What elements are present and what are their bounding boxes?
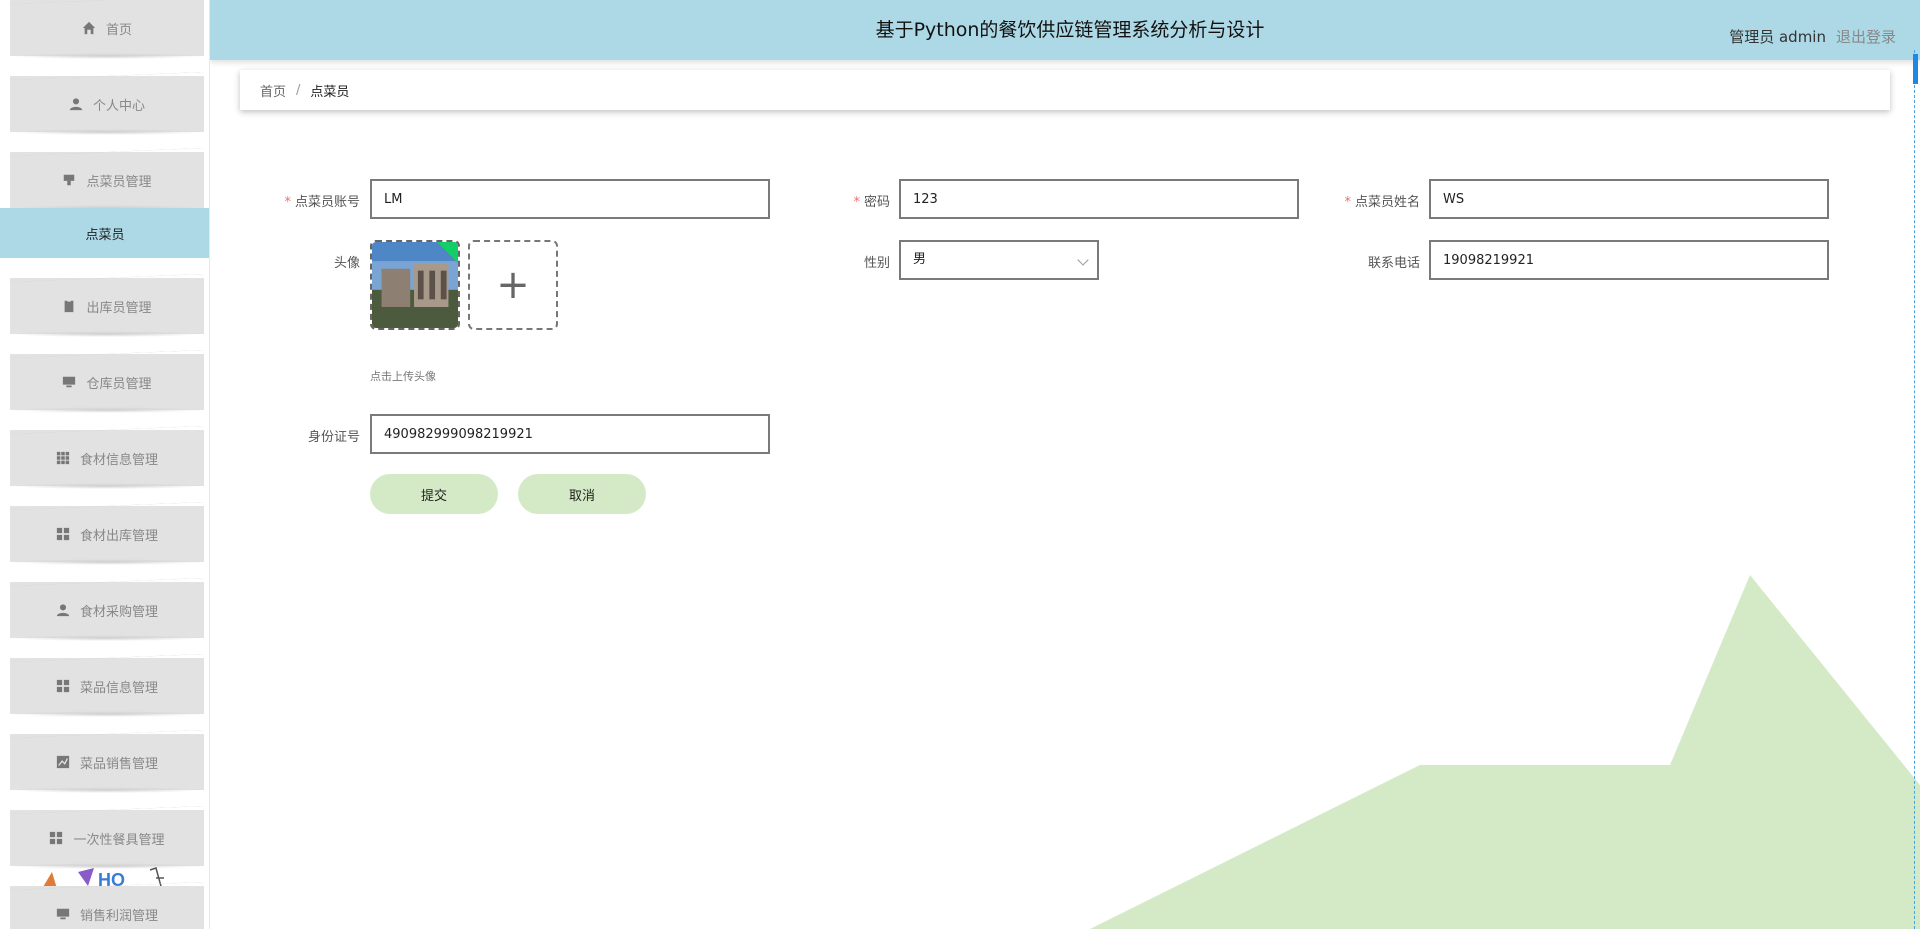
sidebar-item-profile[interactable]: 个人中心 [10,72,204,135]
sidebar-item-label: 个人中心 [92,98,145,114]
id-number-input[interactable] [370,414,770,454]
monitor-icon [56,907,70,921]
sidebar-item-label: 食材采购管理 [79,604,158,620]
breadcrumb-separator: / [296,82,301,98]
sidebar-item-waiter-management[interactable]: 点菜员管理 [10,148,204,211]
grid-icon [56,451,70,465]
app-title: 基于Python的餐饮供应链管理系统分析与设计 [875,19,1265,41]
sidebar: 首页 个人中心 点菜员管理 点菜员 出库员管理 仓库员管理 食材信息管理 食材出… [0,0,210,929]
sidebar-item-ingredient-purchase[interactable]: 食材采购管理 [10,578,204,641]
monitor-icon [62,375,76,389]
phone-label: 联系电话 [1367,256,1420,271]
sidebar-item-outbound-staff[interactable]: 出库员管理 [10,274,204,337]
avatar-image [372,242,458,328]
person-icon [69,97,83,111]
sidebar-item-label: 菜品销售管理 [79,756,158,772]
breadcrumb-current: 点菜员 [310,84,350,100]
avatar-label: 头像 [333,256,360,271]
sidebar-item-label: 一次性餐具管理 [73,832,165,848]
gender-selected-value: 男 [913,252,927,267]
submit-button[interactable]: 提交 [370,474,498,514]
account-label: * 点菜员账号 [284,195,360,210]
sidebar-item-home[interactable]: 首页 [10,0,204,59]
sidebar-item-label: 仓库员管理 [86,376,152,392]
sidebar-item-ingredient-info[interactable]: 食材信息管理 [10,426,204,489]
sidebar-item-dish-sales[interactable]: 菜品销售管理 [10,730,204,793]
required-mark: * [284,195,291,210]
breadcrumb-home[interactable]: 首页 [260,81,286,100]
sidebar-item-disposable-tableware[interactable]: 一次性餐具管理 [10,806,204,869]
scrollbar-thumb[interactable] [1913,54,1918,84]
sidebar-item-label: 点菜员管理 [86,174,152,190]
sidebar-item-label: 出库员管理 [86,300,152,316]
sidebar-item-sales-profit[interactable]: 销售利润管理 [10,882,204,929]
sidebar-item-label: 菜品信息管理 [79,680,158,696]
sidebar-item-label: 销售利润管理 [79,908,158,924]
current-user: 管理员 admin [1729,28,1826,46]
home-icon [82,21,96,35]
sidebar-item-label: 首页 [105,22,132,38]
clipboard-icon [62,299,76,313]
apps-icon [56,527,70,541]
logout-link[interactable]: 退出登录 [1836,26,1896,47]
sidebar-item-dish-info[interactable]: 菜品信息管理 [10,654,204,717]
avatar-thumbnail[interactable] [370,240,460,330]
gender-select[interactable]: 男 [899,240,1099,280]
breadcrumb: 首页 / 点菜员 [240,70,1890,110]
sidebar-item-label: 食材出库管理 [79,528,158,544]
chart-icon [56,755,70,769]
apps-icon [56,679,70,693]
apps-icon [49,831,63,845]
sidebar-subitem-waiter[interactable]: 点菜员 [0,208,209,258]
phone-input[interactable] [1429,240,1829,280]
stamp-icon [62,173,76,187]
gender-label: 性别 [863,256,890,271]
required-mark: * [853,195,860,210]
name-label: * 点菜员姓名 [1344,195,1420,210]
plus-icon: + [496,262,530,308]
name-input[interactable] [1429,179,1829,219]
password-input[interactable] [899,179,1299,219]
top-header: 基于Python的餐饮供应链管理系统分析与设计 管理员 admin 退出登录 [210,0,1920,60]
person-icon [56,603,70,617]
upload-avatar-button[interactable]: + [468,240,558,330]
password-label: * 密码 [853,195,890,210]
account-input[interactable] [370,179,770,219]
upload-tip: 点击上传头像 [370,370,436,383]
sidebar-item-warehouse-staff[interactable]: 仓库员管理 [10,350,204,413]
chevron-down-icon [1077,254,1089,266]
cancel-button[interactable]: 取消 [518,474,646,514]
sidebar-item-label: 食材信息管理 [79,452,158,468]
id-number-label: 身份证号 [307,430,360,445]
sidebar-item-ingredient-outbound[interactable]: 食材出库管理 [10,502,204,565]
background-mountain-decoration [1090,575,1920,929]
vertical-scrollbar[interactable] [1914,50,1918,929]
required-mark: * [1344,195,1351,210]
